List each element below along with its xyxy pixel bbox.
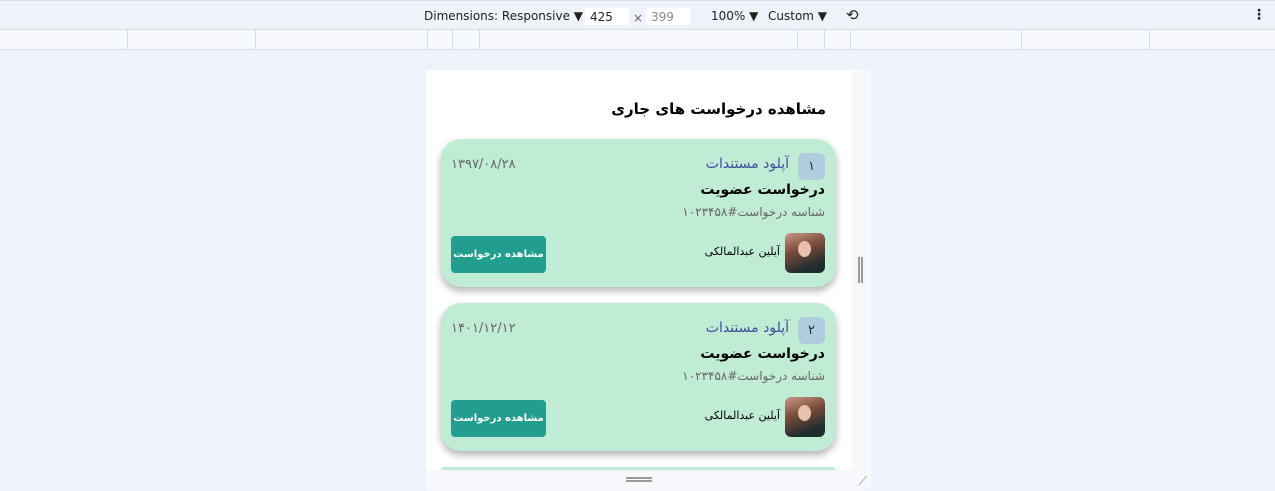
avatar	[785, 233, 825, 273]
step-badge: ۲	[798, 317, 825, 344]
request-date: ۱۳۹۷/۰۸/۲۸	[451, 157, 516, 172]
width-input[interactable]	[585, 8, 629, 25]
zoom-dropdown[interactable]: 100% ▼	[711, 9, 758, 23]
request-title: درخواست عضویت	[700, 182, 825, 198]
times-sign: ×	[633, 11, 644, 25]
request-id: شناسه درخواست#۱۰۲۳۴۵۸	[682, 205, 825, 219]
user-name: آیلین عبدالمالکی	[704, 245, 780, 258]
throttle-dropdown[interactable]: Custom ▼	[768, 9, 827, 23]
stage-label: آپلود مستندات	[705, 320, 789, 336]
media-query-ruler[interactable]	[0, 30, 1275, 50]
bottom-resize-handle[interactable]	[626, 477, 652, 482]
device-toolbar: Dimensions: Responsive ▼ × 100% ▼ Custom…	[0, 0, 1275, 30]
page-title: مشاهده درخواست های جاری	[611, 100, 826, 118]
request-id: شناسه درخواست#۱۰۲۳۴۵۸	[682, 369, 825, 383]
device-viewport: مشاهده درخواست های جاری ۱ آپلود مستندات …	[426, 70, 871, 470]
avatar	[785, 397, 825, 437]
request-card: ۲ آپلود مستندات ۱۴۰۱/۱۲/۱۲ درخواست عضویت…	[441, 303, 836, 451]
bottom-resize-strip: ⟋	[426, 470, 871, 490]
request-date: ۱۴۰۱/۱۲/۱۲	[451, 321, 516, 336]
more-vertical-icon[interactable]: ⋮	[1252, 7, 1266, 23]
request-card: ۱ آپلود مستندات ۱۳۹۷/۰۸/۲۸ درخواست عضویت…	[441, 139, 836, 287]
step-badge: ۱	[798, 153, 825, 180]
dimensions-dropdown[interactable]: Dimensions: Responsive ▼	[424, 9, 583, 23]
view-request-button[interactable]: مشاهده درخواست	[451, 236, 546, 273]
right-resize-handle[interactable]	[858, 257, 863, 283]
request-title: درخواست عضویت	[700, 346, 825, 362]
rotate-icon[interactable]: ⟲	[846, 6, 859, 24]
stage-label: آپلود مستندات	[705, 156, 789, 172]
view-request-button[interactable]: مشاهده درخواست	[451, 400, 546, 437]
corner-resize-icon[interactable]: ⟋	[859, 474, 867, 489]
user-name: آیلین عبدالمالکی	[704, 409, 780, 422]
height-input[interactable]	[646, 8, 690, 25]
